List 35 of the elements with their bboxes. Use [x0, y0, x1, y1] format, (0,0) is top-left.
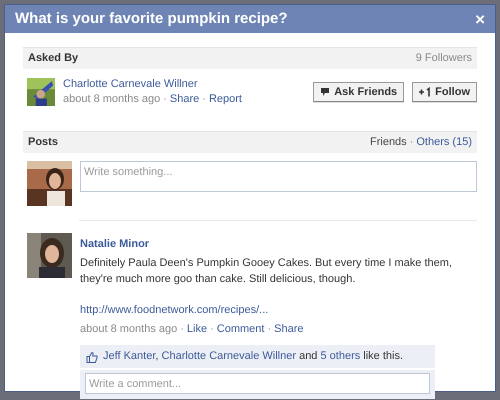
action-link[interactable]: Report	[208, 92, 242, 105]
timestamp: about 8 months ago	[80, 323, 178, 336]
separator-dot: ·	[180, 323, 184, 336]
speech-bubble-icon	[320, 86, 330, 97]
section-title: Asked By	[28, 51, 78, 66]
plus-one-icon	[419, 86, 432, 97]
author-link[interactable]: Natalie Minor	[80, 236, 150, 252]
action-link[interactable]: Share	[274, 323, 304, 336]
follow-button[interactable]: Follow	[412, 82, 477, 102]
filter-link[interactable]: Friends	[370, 136, 407, 148]
comment-input[interactable]: Write a comment...	[85, 373, 430, 394]
close-button[interactable]: ×	[475, 10, 485, 28]
follower-count: 9 Followers	[416, 51, 472, 66]
name-link[interactable]: Jeff Kanter	[103, 350, 156, 362]
action-link[interactable]: Like	[186, 323, 208, 336]
action-link[interactable]: Comment	[216, 323, 264, 336]
post-input[interactable]: Write something...	[80, 160, 477, 192]
separator-dot: ·	[410, 136, 414, 148]
name-link[interactable]: 5 others	[320, 350, 360, 362]
separator-dot: ·	[267, 323, 272, 336]
ask-friends-button[interactable]: Ask Friends	[313, 82, 404, 102]
thumbs-up-icon	[86, 350, 98, 363]
action-link[interactable]: Share	[170, 92, 200, 105]
separator-dot: ·	[163, 92, 167, 105]
filter-link[interactable]: Others (15)	[416, 136, 472, 148]
recipe-link[interactable]: http://www.foodnetwork.com/recipes/...	[80, 303, 268, 318]
author-link[interactable]: Charlotte Carnevale Willner	[63, 77, 242, 92]
timestamp: about 8 months ago	[63, 92, 160, 105]
likes-sentence: Jeff Kanter, Charlotte Carnevale Willner and 5 others like this.	[103, 349, 404, 364]
separator-dot: ·	[202, 92, 206, 105]
separator-dot: ·	[210, 323, 214, 336]
name-link[interactable]: Charlotte Carnevale Willner	[162, 350, 296, 362]
post-text: Definitely Paula Deen's Pumpkin Gooey Cakes. But every time I make them, they're much more goo than cake. Still delicious, though.	[80, 256, 453, 288]
section-title: Posts	[28, 134, 58, 150]
dialog-title: What is your favorite pumpkin recipe?	[15, 9, 288, 29]
